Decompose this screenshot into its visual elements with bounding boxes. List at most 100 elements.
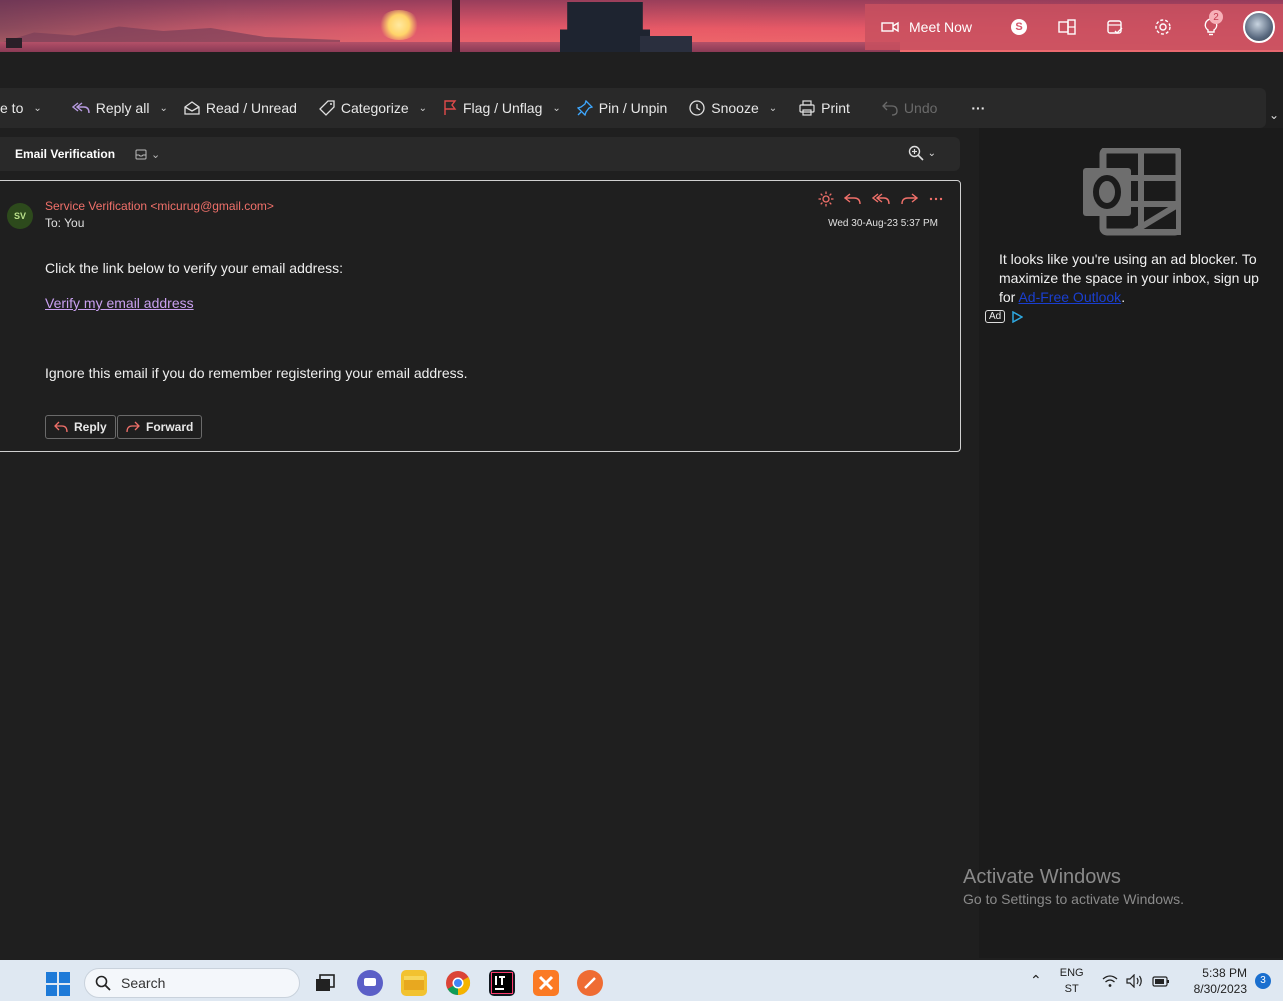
body-line-verify: Click the link below to verify your emai… bbox=[45, 260, 344, 276]
volume-icon[interactable] bbox=[1126, 973, 1144, 988]
reply-all-label: Reply all bbox=[95, 100, 150, 116]
chevron-down-icon: ⌄ bbox=[33, 102, 42, 114]
command-toolbar: e to ⌄ Reply all ⌄ Read / Unread Categoriz… bbox=[0, 88, 1266, 128]
clock-date: 8/30/2023 bbox=[1193, 981, 1247, 996]
meet-now-button[interactable]: Meet Now bbox=[865, 19, 995, 35]
pin-unpin-button[interactable]: Pin / Unpin bbox=[569, 88, 675, 128]
conversation-options-button[interactable]: ⌄ bbox=[135, 148, 160, 161]
taskbar-search[interactable]: Search bbox=[84, 968, 300, 998]
read-unread-button[interactable]: Read / Unread bbox=[176, 88, 305, 128]
recipient-line: To: You bbox=[45, 216, 85, 230]
calendar-check-icon bbox=[1107, 20, 1123, 34]
windows-start-icon[interactable] bbox=[46, 972, 70, 996]
move-to-label: e to bbox=[0, 100, 24, 116]
clock-icon bbox=[689, 100, 705, 116]
banner-lifeguard-tower bbox=[560, 2, 650, 52]
verify-email-link[interactable]: Verify my email address bbox=[45, 295, 194, 311]
tray-overflow-chevron-icon[interactable]: ⌃ bbox=[1030, 972, 1042, 989]
forward-button[interactable]: Forward bbox=[117, 415, 203, 439]
zoom-in-icon bbox=[908, 145, 924, 161]
banner-sea bbox=[0, 42, 900, 52]
ad-blocker-message: It looks like you're using an ad blocker… bbox=[999, 250, 1269, 307]
clock-time: 5:38 PM bbox=[1202, 965, 1247, 980]
meet-now-label: Meet Now bbox=[909, 19, 973, 35]
skype-icon: S bbox=[1011, 19, 1027, 35]
sender-name[interactable]: Service Verification <micurug@gmail.com> bbox=[45, 199, 274, 213]
video-camera-icon bbox=[881, 21, 899, 33]
ad-text-after: . bbox=[1121, 289, 1126, 305]
reply-button[interactable]: Reply bbox=[45, 415, 116, 439]
print-button[interactable]: Print bbox=[791, 88, 858, 128]
flag-unflag-label: Flag / Unflag bbox=[463, 100, 543, 116]
adchoices-icon bbox=[1012, 310, 1024, 323]
chevron-down-icon: ⌄ bbox=[159, 102, 168, 114]
ad-pane: It looks like you're using an ad blocker… bbox=[979, 128, 1283, 958]
teams-button[interactable] bbox=[1043, 4, 1091, 50]
wifi-icon[interactable] bbox=[1102, 974, 1118, 988]
more-actions-button[interactable]: ··· bbox=[963, 88, 993, 128]
more-icon: ··· bbox=[971, 100, 986, 116]
chrome-icon[interactable] bbox=[445, 970, 471, 996]
zoom-button[interactable]: ⌄ bbox=[908, 145, 936, 161]
battery-icon[interactable] bbox=[1152, 974, 1170, 988]
undo-label: Undo bbox=[903, 100, 938, 116]
postman-icon[interactable] bbox=[577, 970, 603, 996]
ad-badge[interactable]: Ad bbox=[985, 310, 1024, 323]
account-button[interactable] bbox=[1235, 4, 1283, 50]
categorize-label: Categorize bbox=[340, 100, 409, 116]
banner-boat bbox=[6, 38, 22, 48]
categorize-button[interactable]: Categorize ⌄ bbox=[311, 88, 435, 128]
top-bar: Meet Now S 2 bbox=[865, 4, 1283, 50]
chevron-down-icon: ⌄ bbox=[418, 102, 427, 114]
message-date: Wed 30-Aug-23 5:37 PM bbox=[828, 218, 938, 229]
xampp-icon[interactable] bbox=[533, 970, 559, 996]
language-indicator[interactable]: ENG ST bbox=[1060, 965, 1084, 997]
forward-icon[interactable] bbox=[900, 192, 918, 206]
read-unread-label: Read / Unread bbox=[205, 100, 297, 116]
settings-button[interactable] bbox=[1139, 4, 1187, 50]
undo-button[interactable]: Undo bbox=[874, 88, 945, 128]
sun-icon[interactable] bbox=[818, 191, 834, 207]
message-actions bbox=[818, 191, 944, 207]
teams-chat-icon[interactable] bbox=[357, 970, 383, 996]
reply-all-button[interactable]: Reply all ⌄ bbox=[64, 88, 176, 128]
more-options-icon[interactable] bbox=[928, 192, 944, 206]
forward-button-label: Forward bbox=[146, 420, 194, 434]
undo-icon bbox=[882, 101, 898, 116]
body-line-ignore: Ignore this email if you do remember reg… bbox=[45, 365, 468, 381]
forward-icon bbox=[126, 421, 140, 433]
move-to-button[interactable]: e to ⌄ bbox=[0, 88, 50, 128]
file-explorer-icon[interactable] bbox=[401, 970, 427, 996]
activate-windows-watermark: Activate Windows Go to Settings to activ… bbox=[963, 866, 1184, 907]
pin-icon bbox=[576, 100, 593, 116]
skype-button[interactable]: S bbox=[995, 4, 1043, 50]
task-view-icon[interactable] bbox=[312, 970, 338, 996]
snooze-button[interactable]: Snooze ⌄ bbox=[681, 88, 785, 128]
taskbar-clock[interactable]: 5:38 PM 8/30/2023 bbox=[1194, 965, 1247, 997]
reply-button-label: Reply bbox=[74, 420, 107, 434]
reply-all-icon[interactable] bbox=[872, 192, 890, 206]
language-top: ENG bbox=[1059, 966, 1084, 979]
printer-icon bbox=[799, 100, 815, 116]
tag-icon bbox=[318, 100, 335, 116]
reply-all-icon bbox=[71, 102, 90, 114]
envelope-open-icon bbox=[184, 101, 200, 115]
intellij-icon[interactable] bbox=[489, 970, 515, 996]
tips-button[interactable]: 2 bbox=[1187, 4, 1235, 50]
chevron-down-icon: ⌄ bbox=[151, 148, 161, 161]
activate-windows-subtitle: Go to Settings to activate Windows. bbox=[963, 891, 1184, 907]
ribbon-collapse-chevron-icon[interactable]: ⌄ bbox=[1269, 108, 1279, 122]
reply-icon[interactable] bbox=[844, 192, 862, 206]
flag-icon bbox=[444, 100, 457, 115]
ad-free-outlook-link[interactable]: Ad-Free Outlook bbox=[1018, 289, 1121, 305]
subject-bar: Email Verification ⌄ ⌄ bbox=[0, 137, 960, 171]
chevron-down-icon: ⌄ bbox=[552, 102, 561, 114]
email-subject: Email Verification bbox=[15, 147, 116, 161]
banner-sun bbox=[378, 10, 420, 40]
my-day-button[interactable] bbox=[1091, 4, 1139, 50]
search-icon bbox=[95, 975, 111, 991]
notification-center-badge[interactable]: 3 bbox=[1255, 972, 1271, 989]
flag-unflag-button[interactable]: Flag / Unflag ⌄ bbox=[435, 88, 569, 128]
taskbar: Search ⌃ ENG ST 5:38 PM 8/30/2023 3 bbox=[0, 960, 1283, 1001]
pin-unpin-label: Pin / Unpin bbox=[598, 100, 668, 116]
